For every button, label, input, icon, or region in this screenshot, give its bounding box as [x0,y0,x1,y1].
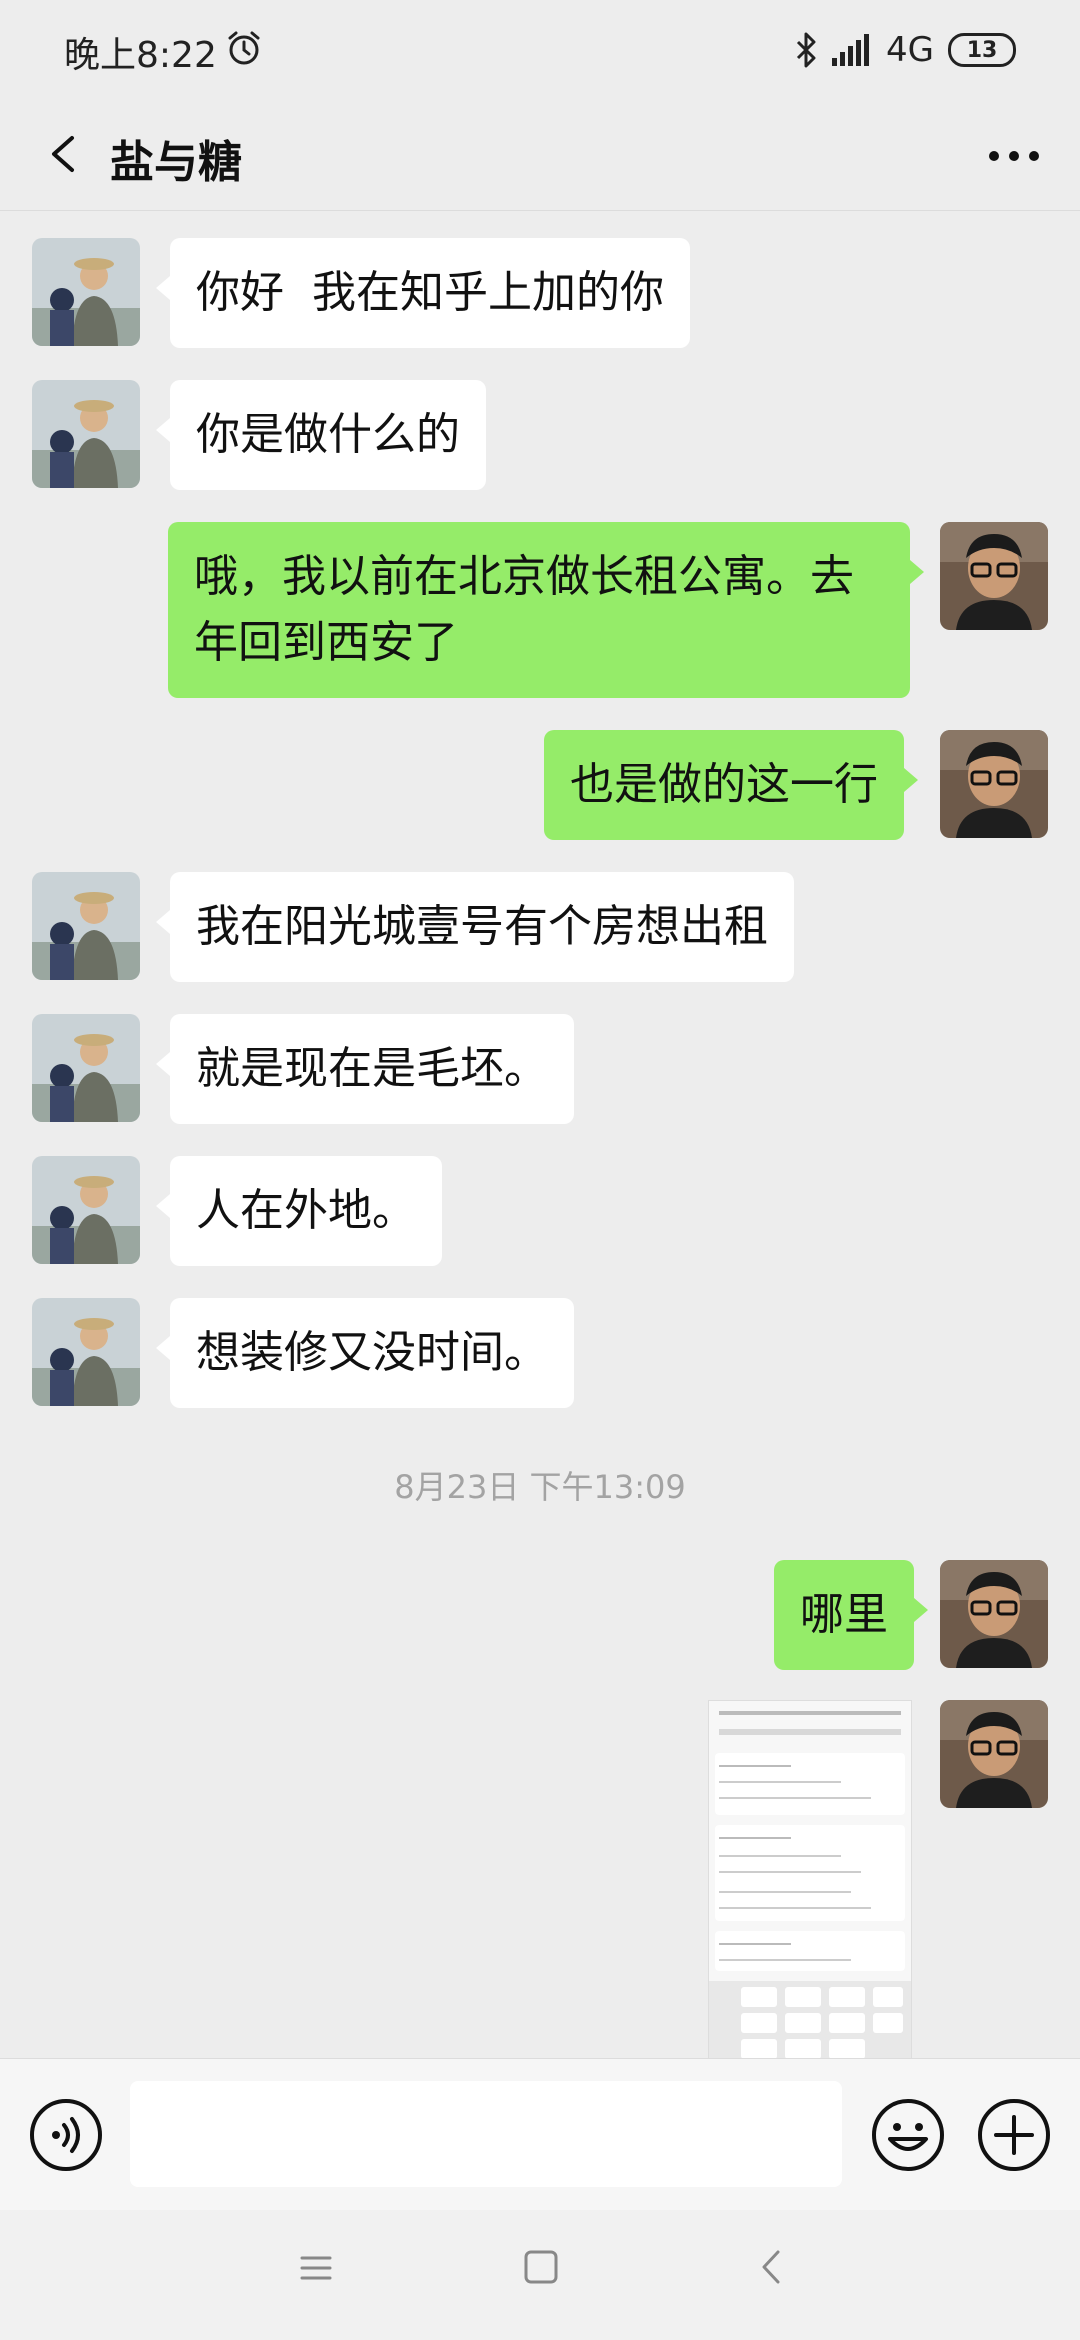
message-bubble-outgoing[interactable]: 哦，我以前在北京做长租公寓。去年回到西安了 [168,522,924,698]
message-text: 想装修又没时间。 [196,1327,548,1378]
user-avatar[interactable] [940,1560,1048,1668]
user-avatar[interactable] [940,522,1048,630]
bluetooth-icon [796,32,816,68]
user-avatar[interactable] [940,1700,1048,1808]
image-message-thumbnail[interactable] [708,1700,912,2059]
message-bubble-incoming[interactable]: 你好 我在知乎上加的你 [156,238,690,348]
message-bubble-incoming[interactable]: 你是做什么的 [156,380,486,490]
back-icon[interactable] [30,118,102,190]
contact-avatar[interactable] [32,872,140,980]
battery-indicator: 13 [948,33,1016,67]
contact-avatar[interactable] [32,380,140,488]
message-text: 也是做的这一行 [570,759,878,810]
plus-icon[interactable] [976,2097,1052,2173]
contact-avatar[interactable] [32,1156,140,1264]
emoji-icon[interactable] [870,2097,946,2173]
message-timestamp: 8月23日 下午13:09 [394,1468,686,1506]
user-avatar[interactable] [940,730,1048,838]
status-bar: 晚上8:22 4G 13 [0,0,1080,100]
status-time: 晚上8:22 [64,35,217,76]
message-bubble-incoming[interactable]: 人在外地。 [156,1156,442,1266]
chat-header: 盐与糖 [0,100,1080,211]
message-text: 就是现在是毛坯。 [196,1043,548,1094]
message-text: 你好 我在知乎上加的你 [196,267,664,318]
voice-icon[interactable] [28,2097,104,2173]
chat-input-bar [0,2058,1080,2211]
message-bubble-outgoing[interactable]: 哪里 [774,1560,928,1670]
message-bubble-incoming[interactable]: 就是现在是毛坯。 [156,1014,574,1124]
more-icon[interactable] [978,120,1050,192]
message-bubble-outgoing[interactable]: 也是做的这一行 [544,730,918,840]
contact-avatar[interactable] [32,238,140,346]
message-text: 哪里 [800,1589,888,1640]
message-text: 我在阳光城壹号有个房想出租 [196,901,768,952]
message-text: 哦，我以前在北京做长租公寓。去年回到西安了 [194,551,854,668]
alarm-icon [228,31,260,65]
message-text: 人在外地。 [196,1185,416,1236]
signal-icon [832,34,870,66]
message-text: 你是做什么的 [196,409,460,460]
network-type: 4G [886,30,934,70]
contact-avatar[interactable] [32,1298,140,1406]
system-navigation-bar [0,2210,1080,2340]
message-bubble-incoming[interactable]: 我在阳光城壹号有个房想出租 [156,872,794,982]
nav-home-icon[interactable] [520,2246,562,2288]
message-bubble-incoming[interactable]: 想装修又没时间。 [156,1298,574,1408]
page-title: 盐与糖 [110,137,242,188]
status-indicators: 4G 13 [794,30,1016,70]
message-input[interactable] [130,2081,842,2187]
contact-avatar[interactable] [32,1014,140,1122]
nav-back-icon[interactable] [752,2244,792,2290]
nav-menu-icon[interactable] [296,2248,336,2288]
